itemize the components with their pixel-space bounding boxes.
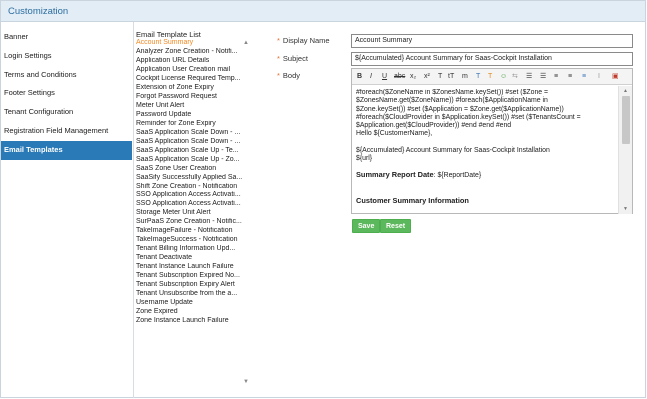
bold-icon[interactable]: B bbox=[357, 72, 362, 82]
template-list-item[interactable]: Reminder for Zone Expiry bbox=[135, 120, 249, 129]
template-list-item[interactable]: TakeImageSuccess - Notification bbox=[135, 236, 249, 245]
scroll-thumb[interactable] bbox=[622, 96, 630, 144]
scroll-up-arrow-icon[interactable]: ▲ bbox=[243, 40, 249, 46]
nav-item-banner[interactable]: Banner bbox=[1, 28, 132, 47]
template-list-item[interactable]: Cockpit License Required Temp... bbox=[135, 75, 249, 84]
template-list-item[interactable]: SaaS Application Scale Up - Zo... bbox=[135, 156, 249, 165]
nav-item-login-settings[interactable]: Login Settings bbox=[1, 47, 132, 66]
body-line: $Zone.keySet()) #set ($Application = $Zo… bbox=[356, 105, 564, 113]
url-line: ${url} bbox=[356, 155, 373, 163]
template-list-item[interactable]: SSO Application Access Activati... bbox=[135, 200, 249, 209]
display-name-input[interactable]: Account Summary bbox=[351, 34, 633, 48]
required-mark: * bbox=[277, 71, 280, 80]
display-name-label: * Display Name bbox=[277, 36, 330, 45]
insert-emoticon-icon[interactable]: ☺ bbox=[500, 72, 507, 82]
template-list-item[interactable]: SSO Application Access Activati... bbox=[135, 191, 249, 200]
required-mark: * bbox=[277, 54, 280, 63]
template-list-item[interactable]: Tenant Deactivate bbox=[135, 254, 249, 263]
template-list-item[interactable]: TakeImageFailure - Notification bbox=[135, 227, 249, 236]
nav-item-tenant-configuration[interactable]: Tenant Configuration bbox=[1, 103, 132, 122]
template-list-item[interactable]: Zone Expired bbox=[135, 308, 249, 317]
nav-item-footer-settings[interactable]: Footer Settings bbox=[1, 84, 132, 103]
template-list-item[interactable]: Storage Meter Unit Alert bbox=[135, 209, 249, 218]
template-list-title: Email Template List bbox=[136, 30, 201, 39]
font-family-icon[interactable]: T bbox=[438, 72, 442, 82]
nav-divider bbox=[133, 22, 134, 398]
subscript-icon[interactable]: x₂ bbox=[410, 72, 416, 82]
template-list-item[interactable]: Tenant Subscription Expired No... bbox=[135, 272, 249, 281]
unordered-list-icon[interactable]: ☰ bbox=[540, 72, 546, 82]
editor-scrollbar[interactable]: ▲ ▼ bbox=[618, 86, 632, 214]
customization-nav: Banner Login Settings Terms and Conditio… bbox=[1, 28, 132, 160]
text-direction-icon[interactable]: ⇆ bbox=[512, 72, 518, 82]
subject-input[interactable]: ${Accumulated} Account Summary for Saas-… bbox=[351, 52, 633, 66]
scroll-down-arrow-icon[interactable]: ▼ bbox=[243, 379, 249, 385]
align-center-icon[interactable]: ≡ bbox=[568, 72, 572, 82]
required-mark: * bbox=[277, 36, 280, 45]
italic-icon[interactable]: I bbox=[370, 72, 372, 82]
template-list-item[interactable]: Analyzer Zone Creation - Notifi... bbox=[135, 48, 249, 57]
template-list-item[interactable]: SaaSify Successfully Applied Sa... bbox=[135, 174, 249, 183]
template-list-item[interactable]: Application User Creation mail bbox=[135, 66, 249, 75]
template-list-scrollbar[interactable]: ▲ ▼ bbox=[242, 39, 250, 385]
nav-item-registration-field-management[interactable]: Registration Field Management bbox=[1, 122, 132, 141]
template-list-item[interactable]: Zone Instance Launch Failure bbox=[135, 317, 249, 326]
nav-item-terms-and-conditions[interactable]: Terms and Conditions bbox=[1, 66, 132, 85]
body-label: * Body bbox=[277, 71, 301, 80]
scroll-down-arrow-icon[interactable]: ▼ bbox=[623, 206, 628, 212]
editor-toolbar: B I U abc x₂ x² T tT m T T ☺ ⇆ ☰ ☰ ≡ ≡ ≡… bbox=[352, 69, 632, 85]
nav-item-email-templates[interactable]: Email Templates bbox=[1, 140, 132, 160]
customer-summary-heading: Customer Summary Information bbox=[356, 195, 469, 205]
accumulated-line: ${Accumulated} Account Summary for Saas-… bbox=[356, 146, 550, 154]
superscript-icon[interactable]: x² bbox=[424, 72, 430, 82]
template-list-item[interactable]: Tenant Billing Information Upd... bbox=[135, 245, 249, 254]
template-list-item[interactable]: Tenant Unsubscribe from the a... bbox=[135, 290, 249, 299]
template-list-item[interactable]: SaaS Application Scale Down - ... bbox=[135, 129, 249, 138]
body-line: #foreach($CloudProvider in $Application.… bbox=[356, 113, 581, 121]
report-date-line: Summary Report Date: ${ReportDate} bbox=[356, 171, 618, 180]
strikethrough-icon[interactable]: abc bbox=[394, 72, 405, 82]
template-list-item[interactable]: SaaS Application Scale Up - Te... bbox=[135, 147, 249, 156]
font-size-icon[interactable]: tT bbox=[448, 72, 454, 82]
subject-label: * Subject bbox=[277, 54, 308, 63]
insert-image-icon[interactable]: ▣ bbox=[612, 72, 619, 82]
template-list-item[interactable]: Password Update bbox=[135, 111, 249, 120]
background-color-icon[interactable]: T bbox=[488, 72, 492, 82]
template-list-item[interactable]: SaaS Application Scale Down - ... bbox=[135, 138, 249, 147]
clear-format-icon[interactable]: I bbox=[598, 72, 600, 82]
template-list-item[interactable]: Meter Unit Alert bbox=[135, 102, 249, 111]
body-line: #foreach($ZoneName in $ZonesName.keySet(… bbox=[356, 89, 549, 96]
template-list-item[interactable]: Username Update bbox=[135, 299, 249, 308]
report-date-value: : ${ReportDate} bbox=[433, 172, 482, 180]
underline-icon[interactable]: U bbox=[382, 72, 387, 82]
align-left-icon[interactable]: ≡ bbox=[554, 72, 558, 82]
save-button[interactable]: Save bbox=[352, 219, 381, 233]
text-color-icon[interactable]: T bbox=[476, 72, 480, 82]
greeting-line: Hello ${CustomerName}, bbox=[356, 130, 433, 138]
scroll-up-arrow-icon[interactable]: ▲ bbox=[623, 88, 628, 94]
paragraph-format-icon[interactable]: m bbox=[462, 72, 468, 82]
ordered-list-icon[interactable]: ☰ bbox=[526, 72, 532, 82]
panel-title: Customization bbox=[8, 6, 69, 17]
template-list-item[interactable]: Extension of Zone Expiry bbox=[135, 84, 249, 93]
body-line: $ZonesName.get($ZoneName)) #foreach($App… bbox=[356, 97, 548, 105]
template-list-item[interactable]: Account Summary bbox=[135, 39, 249, 48]
panel-header: Customization bbox=[1, 1, 645, 22]
editor-content[interactable]: #foreach($ZoneName in $ZonesName.keySet(… bbox=[356, 89, 618, 211]
body-line: $Application.get($CloudProvider)) #end #… bbox=[356, 122, 512, 130]
template-list-item[interactable]: Application URL Details bbox=[135, 57, 249, 66]
template-list[interactable]: Account Summary Analyzer Zone Creation - … bbox=[135, 39, 249, 391]
template-list-item[interactable]: SaaS Zone User Creation bbox=[135, 165, 249, 174]
align-right-icon[interactable]: ≡ bbox=[582, 72, 586, 82]
template-list-item[interactable]: Tenant Instance Launch Failure bbox=[135, 263, 249, 272]
template-list-item[interactable]: Shift Zone Creation - Notification bbox=[135, 183, 249, 192]
report-date-label: Summary Report Date bbox=[356, 170, 434, 180]
template-list-item[interactable]: Tenant Subscription Expiry Alert bbox=[135, 281, 249, 290]
template-list-item[interactable]: Forgot Password Request bbox=[135, 93, 249, 102]
body-rich-text-editor[interactable]: B I U abc x₂ x² T tT m T T ☺ ⇆ ☰ ☰ ≡ ≡ ≡… bbox=[351, 68, 633, 214]
reset-button[interactable]: Reset bbox=[380, 219, 412, 233]
template-list-item[interactable]: SurPaaS Zone Creation - Notific... bbox=[135, 218, 249, 227]
